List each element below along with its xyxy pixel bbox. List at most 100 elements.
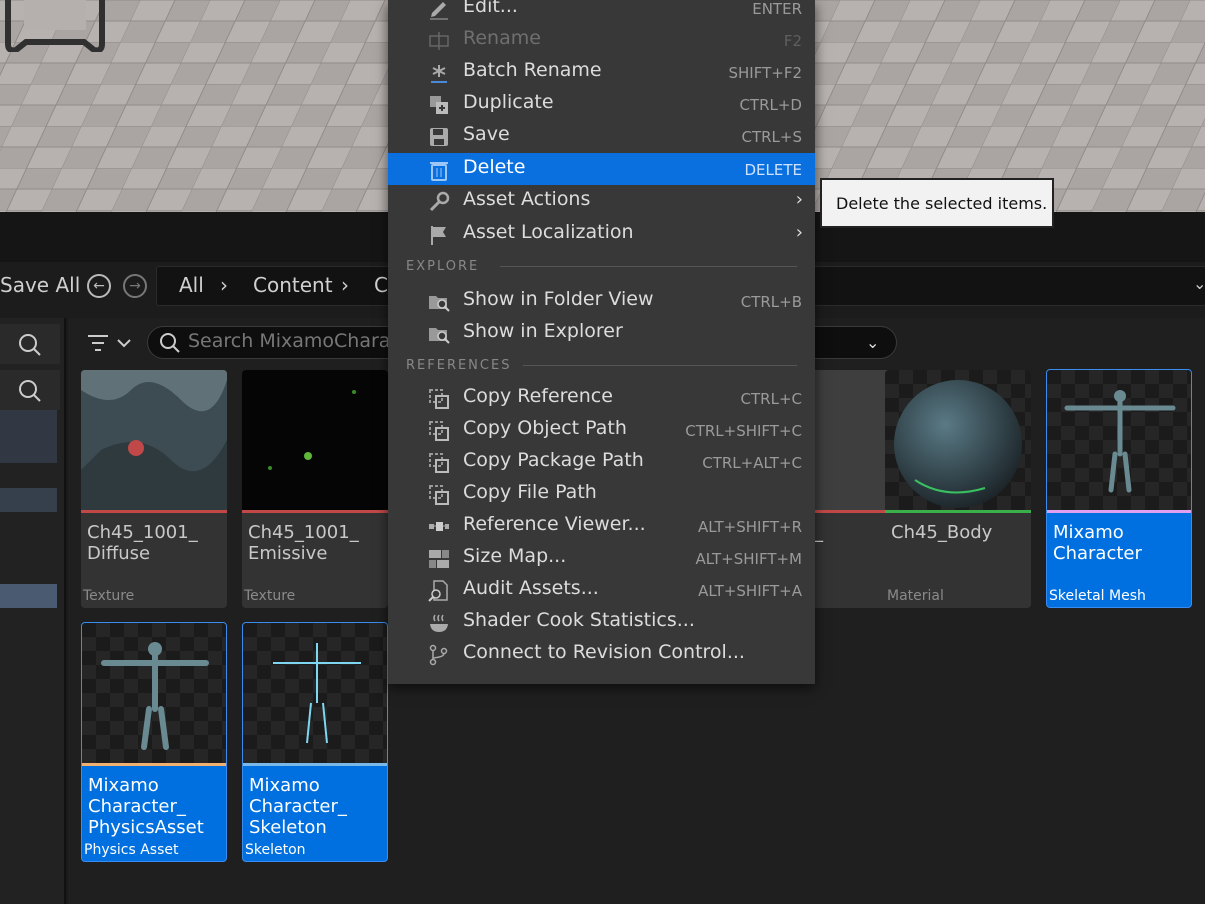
sidebar-folder-item[interactable] [0,488,57,512]
menu-item-delete[interactable]: Delete DELETE [388,153,815,185]
asset-name: Ch45_1001_ Emissive [248,522,359,564]
menu-item-label: Asset Actions [463,188,591,210]
sidebar-search-button-2[interactable] [0,370,60,410]
menu-item-audit-assets[interactable]: Audit Assets... ALT+SHIFT+A [388,574,815,606]
asset-tile-physics-asset[interactable]: Mixamo Character_ PhysicsAsset Physics A… [81,622,227,862]
skeleton-thumbnail [243,623,387,763]
asset-type-label: Material [887,588,944,604]
asterisk-icon [431,65,447,83]
menu-item-show-in-explorer[interactable]: Show in Explorer [388,317,815,349]
sidebar-folder-item-selected[interactable] [0,584,57,608]
menu-item-label: Size Map... [463,545,567,567]
gamepad-icon [5,0,105,52]
menu-item-shortcut: DELETE [744,161,802,179]
section-divider [500,266,797,267]
menu-item-copy-object-path[interactable]: Copy Object Path CTRL+SHIFT+C [388,414,815,446]
branch-icon [429,644,448,666]
menu-item-label: Connect to Revision Control... [463,641,745,663]
pencil-icon [430,2,448,20]
asset-name: Ch45_Body [891,522,993,543]
search-placeholder: Search MixamoCharac [188,330,401,352]
menu-item-copy-file-path[interactable]: Copy File Path [388,478,815,510]
asset-type-stripe [1047,510,1191,513]
menu-item-label: Copy Reference [463,385,613,407]
menu-item-label: Copy Package Path [463,449,644,471]
save-icon [430,128,448,146]
asset-tile-diffuse[interactable]: Ch45_1001_ Diffuse Texture [81,370,227,608]
menu-item-edit[interactable]: Edit... ENTER [388,0,815,24]
folder-search-icon [429,296,450,312]
search-icon [19,380,41,402]
menu-item-shortcut: ENTER [752,0,802,18]
copy-icon [429,485,449,505]
menu-item-label: Show in Folder View [463,288,654,310]
menu-item-reference-viewer[interactable]: Reference Viewer... ALT+SHIFT+R [388,510,815,542]
menu-item-asset-actions[interactable]: Asset Actions › [388,185,815,217]
back-arrow-icon[interactable]: ← [87,274,111,298]
menu-item-shortcut: ALT+SHIFT+M [695,550,802,568]
menu-item-shortcut: ALT+SHIFT+A [698,582,802,600]
asset-type-stripe [243,763,387,766]
asset-type-label: Physics Asset [84,842,179,858]
wrench-icon [429,191,450,212]
asset-type-stripe [242,510,388,513]
bowl-icon [430,614,448,632]
menu-item-shortcut: CTRL+S [741,128,802,146]
chevron-right-icon[interactable]: › [220,273,228,297]
asset-type-label: Skeletal Mesh [1049,588,1146,604]
menu-item-copy-package-path[interactable]: Copy Package Path CTRL+ALT+C [388,446,815,478]
menu-item-shortcut: CTRL+C [740,390,802,408]
physics-thumbnail [82,623,226,763]
menu-item-copy-reference[interactable]: Copy Reference CTRL+C [388,382,815,414]
menu-item-shader-cook-statistics[interactable]: Shader Cook Statistics... [388,606,815,638]
texture-thumbnail [242,370,388,510]
graph-icon [429,522,449,531]
menu-item-duplicate[interactable]: Duplicate CTRL+D [388,88,815,120]
section-header-references: REFERENCES [406,358,512,373]
delete-tooltip: Delete the selected items. [820,178,1054,228]
forward-arrow-icon[interactable]: → [123,274,147,298]
flag-icon [431,226,446,245]
chevron-down-icon[interactable]: ⌄ [866,333,879,352]
asset-name: Mixamo Character_ Skeleton [249,775,347,838]
asset-type-stripe [885,510,1031,513]
asset-tile-skeleton[interactable]: Mixamo Character_ Skeleton Skeleton [242,622,388,862]
menu-item-shortcut: CTRL+D [739,96,802,114]
menu-item-label: Save [463,123,510,145]
menu-item-shortcut: F2 [783,32,802,50]
asset-type-label: Texture [244,588,296,604]
menu-item-label: Batch Rename [463,59,602,81]
mesh-thumbnail [1047,370,1191,510]
breadcrumb-item-all[interactable]: All [179,273,204,297]
chevron-right-icon[interactable]: › [341,273,349,297]
menu-item-label: Duplicate [463,91,554,113]
menu-item-connect-revision-control[interactable]: Connect to Revision Control... [388,638,815,670]
menu-item-shortcut: ALT+SHIFT+R [697,518,802,536]
chevron-right-icon: › [795,189,803,210]
menu-item-asset-localization[interactable]: Asset Localization › [388,218,815,250]
search-icon [19,334,41,356]
menu-item-show-in-folder-view[interactable]: Show in Folder View CTRL+B [388,285,815,317]
sidebar-search-button[interactable] [0,324,60,364]
menu-item-batch-rename[interactable]: Batch Rename SHIFT+F2 [388,56,815,88]
breadcrumb-item-current[interactable]: C [374,273,388,297]
chevron-down-icon[interactable]: ⌄ [1193,274,1205,293]
menu-item-save[interactable]: Save CTRL+S [388,120,815,152]
asset-context-menu: Edit... ENTER Rename F2 Batch Rename SHI… [388,0,815,684]
asset-tile-body-material[interactable]: Ch45_Body Material [885,370,1031,608]
rename-icon [429,32,449,50]
audit-icon [428,580,448,602]
menu-item-size-map[interactable]: Size Map... ALT+SHIFT+M [388,542,815,574]
menu-item-label: Copy File Path [463,481,597,503]
asset-tile-mixamo-character[interactable]: Mixamo Character Skeletal Mesh [1046,369,1192,608]
menu-item-rename[interactable]: Rename F2 [388,24,815,56]
breadcrumb-item-content[interactable]: Content [253,273,333,297]
sidebar-folder-item[interactable] [0,410,57,463]
filter-icon[interactable] [86,330,136,356]
save-all-button[interactable]: Save All [0,273,80,297]
copy-icon [429,421,449,441]
menu-item-shortcut: SHIFT+F2 [728,64,803,82]
asset-type-label: Skeleton [245,842,306,858]
trash-icon [430,162,448,181]
asset-tile-emissive[interactable]: Ch45_1001_ Emissive Texture [242,370,388,608]
